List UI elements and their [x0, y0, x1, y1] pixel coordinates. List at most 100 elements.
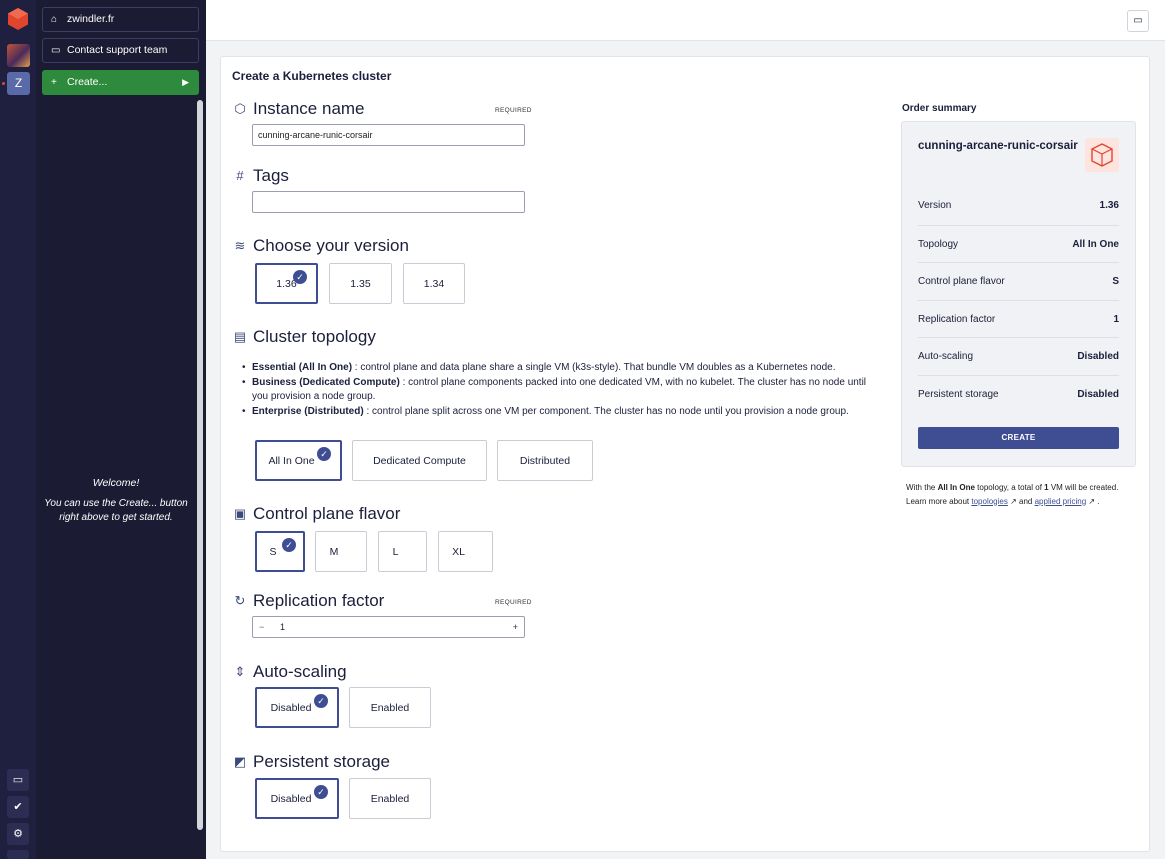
summary-row-topology: Topology All In One	[918, 225, 1119, 262]
topology-text: : control plane and data plane share a s…	[352, 362, 836, 373]
chat-icon[interactable]: ▭	[7, 769, 29, 791]
summary-row-replication: Replication factor 1	[918, 300, 1119, 337]
left-rail: Z ▭ ✔ ⚙	[0, 0, 36, 859]
topology-option-all-in-one[interactable]: All In One ✓	[255, 440, 342, 481]
flavor-label: Control plane flavor	[253, 504, 401, 523]
instance-name-label: Instance name	[253, 99, 365, 118]
app-logo-icon[interactable]	[8, 8, 28, 30]
replication-stepper[interactable]: − 1 +	[252, 616, 525, 638]
summary-row-version: Version 1.36	[918, 187, 1119, 224]
storage-option-enabled[interactable]: Enabled	[349, 778, 431, 819]
storage-option-disabled[interactable]: Disabled ✓	[255, 778, 339, 819]
external-link-icon: ↗	[1086, 496, 1096, 506]
order-summary-panel: cunning-arcane-runic-corsair Version 1.36…	[901, 121, 1136, 467]
create-menu-button[interactable]: + Create... ▶	[42, 70, 199, 95]
required-badge: REQUIRED	[495, 107, 532, 114]
autoscaling-option-label: Enabled	[370, 701, 410, 714]
list-item: Business (Dedicated Compute) : control p…	[242, 376, 882, 405]
sidebar-scrollbar[interactable]	[197, 100, 203, 830]
topology-label: Cluster topology	[253, 327, 376, 346]
flavor-option-l[interactable]: L	[378, 531, 427, 572]
flavor-option-label: M	[329, 545, 339, 558]
gear-icon[interactable]: ⚙	[7, 823, 29, 845]
autoscaling-option-enabled[interactable]: Enabled	[349, 687, 431, 728]
topology-option-label: All In One	[268, 454, 315, 467]
replication-label: Replication factor	[253, 591, 385, 610]
topologies-link[interactable]: topologies	[971, 497, 1007, 506]
flavor-option-xl[interactable]: XL	[438, 531, 493, 572]
instance-name-input[interactable]: cunning-arcane-runic-corsair	[252, 124, 525, 146]
side-panel: ⌂ zwindler.fr ▭ Contact support team + C…	[36, 0, 206, 859]
create-button[interactable]: CREATE	[918, 427, 1119, 449]
summary-note: With the All In One topology, a total of…	[906, 481, 1146, 508]
contact-support-label: Contact support team	[67, 44, 168, 56]
note-text: topology, a total of	[974, 483, 1045, 492]
increment-button[interactable]: +	[513, 617, 518, 637]
caret-right-icon: ▶	[182, 77, 189, 87]
replication-section: ↻ Replication factor	[233, 591, 385, 611]
top-bar: ▭	[206, 0, 1165, 41]
version-option-1-34[interactable]: 1.34	[403, 263, 465, 304]
welcome-text: You can use the Create... button right a…	[44, 498, 188, 523]
chat-toggle-icon[interactable]: ▭	[1127, 10, 1149, 32]
flavor-option-label: S	[269, 545, 277, 558]
flavor-option-s[interactable]: S ✓	[255, 531, 305, 572]
required-badge: REQUIRED	[495, 599, 532, 606]
chat-icon: ▭	[51, 45, 61, 56]
summary-row-label: Topology	[918, 239, 959, 250]
note-topology: All In One	[937, 483, 975, 492]
layers-icon: ≋	[234, 238, 246, 253]
replication-value[interactable]: 1	[280, 617, 285, 637]
note-text: .	[1095, 496, 1100, 506]
autoscaling-section: ⇕ Auto-scaling	[233, 662, 347, 682]
summary-row-label: Version	[918, 200, 952, 211]
order-summary-title: Order summary	[902, 103, 977, 114]
note-text: and	[1016, 496, 1035, 506]
create-menu-label: Create...	[67, 76, 108, 88]
tags-section: # Tags	[233, 166, 289, 186]
topology-option-distributed[interactable]: Distributed	[497, 440, 593, 481]
flavor-section: ▣ Control plane flavor	[233, 504, 401, 524]
topology-option-label: Distributed	[519, 454, 571, 467]
contact-support-button[interactable]: ▭ Contact support team	[42, 38, 199, 63]
summary-row-value: Disabled	[1077, 351, 1119, 362]
decrement-button[interactable]: −	[259, 617, 264, 637]
topology-name: Enterprise (Distributed)	[252, 405, 364, 417]
workspace-avatar-z[interactable]: Z	[7, 72, 30, 95]
plus-icon: +	[51, 77, 57, 88]
user-avatar[interactable]	[7, 44, 30, 67]
version-label: Choose your version	[253, 236, 409, 255]
check-icon: ✓	[314, 694, 328, 708]
version-option-1-35[interactable]: 1.35	[329, 263, 392, 304]
workspace-label: zwindler.fr	[67, 13, 115, 25]
autoscaling-label: Auto-scaling	[253, 662, 347, 681]
summary-row-value: All In One	[1072, 239, 1119, 250]
version-section: ≋ Choose your version	[233, 236, 409, 256]
topology-option-dedicated-compute[interactable]: Dedicated Compute	[352, 440, 487, 481]
autoscaling-option-disabled[interactable]: Disabled ✓	[255, 687, 339, 728]
version-option-1-36[interactable]: 1.36 ✓	[255, 263, 318, 304]
topology-text: : control plane split across one VM per …	[363, 405, 849, 417]
flavor-option-m[interactable]: M	[315, 531, 367, 572]
summary-row-value: Disabled	[1077, 389, 1119, 400]
flavor-option-label: L	[392, 545, 399, 558]
check-icon: ✓	[282, 538, 296, 552]
instance-name-section: ⬡ Instance name	[233, 99, 365, 119]
summary-row-label: Control plane flavor	[918, 276, 1005, 287]
pricing-link[interactable]: applied pricing	[1035, 497, 1087, 506]
topology-option-label: Dedicated Compute	[373, 454, 466, 467]
tags-input[interactable]	[252, 191, 525, 213]
summary-row-label: Persistent storage	[918, 389, 999, 400]
summary-row-flavor: Control plane flavor S	[918, 262, 1119, 299]
workspace-button[interactable]: ⌂ zwindler.fr	[42, 7, 199, 32]
check-icon: ✓	[317, 447, 331, 461]
chevron-up-down-icon: ⇕	[234, 664, 246, 679]
more-icon[interactable]	[7, 850, 29, 859]
version-option-label: 1.35	[350, 277, 371, 290]
check-icon: ✓	[293, 270, 307, 284]
list-item: Essential (All In One) : control plane a…	[242, 361, 882, 376]
summary-row-value: S	[1112, 276, 1119, 287]
note-text: VM will be created.	[1048, 483, 1119, 492]
topology-name: Business (Dedicated Compute)	[252, 376, 400, 388]
check-circle-icon[interactable]: ✔	[7, 796, 29, 818]
